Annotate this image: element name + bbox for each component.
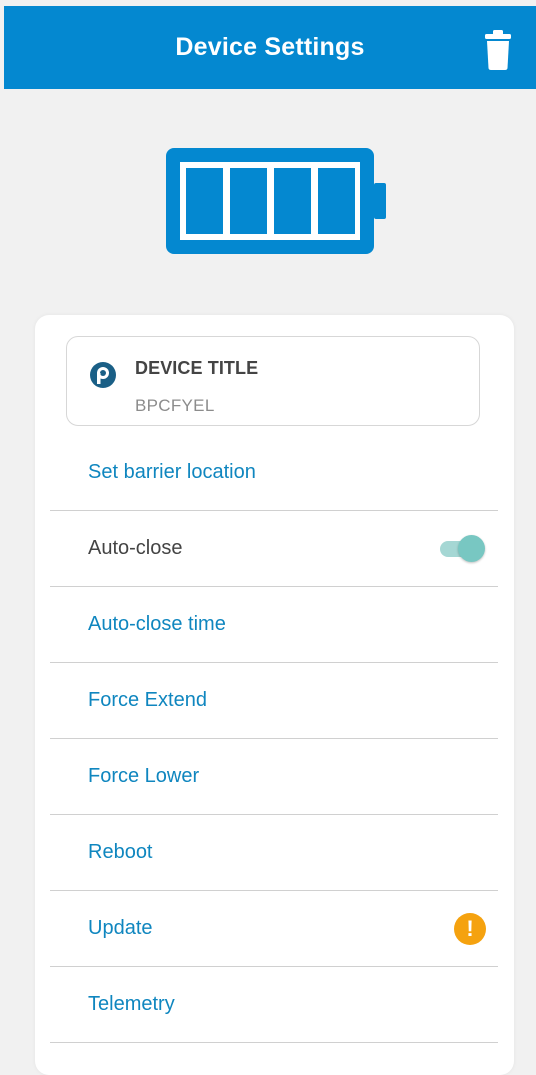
settings-card: DEVICE TITLE BPCFYEL Set barrier locatio… [35,315,514,1075]
menu-item-force-lower[interactable]: Force Lower [50,739,498,815]
menu-item-auto-close[interactable]: Auto-close [50,511,498,587]
settings-menu: Set barrier location Auto-close Auto-clo… [50,435,498,1043]
menu-item-force-extend[interactable]: Force Extend [50,663,498,739]
menu-item-set-barrier-location[interactable]: Set barrier location [50,435,498,511]
auto-close-toggle[interactable] [436,534,486,562]
menu-item-label: Update [88,917,153,939]
device-title-field[interactable]: DEVICE TITLE BPCFYEL [66,336,480,426]
menu-item-label: Force Lower [88,765,200,787]
delete-device-button[interactable] [482,28,514,72]
menu-item-label: Force Extend [88,689,207,711]
page-title: Device Settings [175,33,365,61]
battery-cell [318,168,355,234]
device-logo-icon [90,362,116,388]
toggle-thumb [458,535,485,562]
battery-cell [186,168,223,234]
app-bar: Device Settings [4,6,536,89]
device-code: BPCFYEL [135,396,215,415]
device-title-label: DEVICE TITLE [135,358,259,378]
menu-item-label: Reboot [88,841,153,863]
battery-cell [274,168,311,234]
menu-item-telemetry[interactable]: Telemetry [50,967,498,1043]
menu-item-label: Telemetry [88,993,175,1015]
menu-item-label: Auto-close [88,537,183,559]
menu-item-auto-close-time[interactable]: Auto-close time [50,587,498,663]
menu-item-label: Set barrier location [88,461,256,483]
menu-item-update[interactable]: Update ! [50,891,498,967]
trash-icon [485,30,511,70]
battery-full-icon [166,148,386,254]
battery-cell [230,168,267,234]
menu-item-label: Auto-close time [88,613,226,635]
battery-status [166,148,388,259]
menu-item-reboot[interactable]: Reboot [50,815,498,891]
warning-icon: ! [454,913,486,945]
